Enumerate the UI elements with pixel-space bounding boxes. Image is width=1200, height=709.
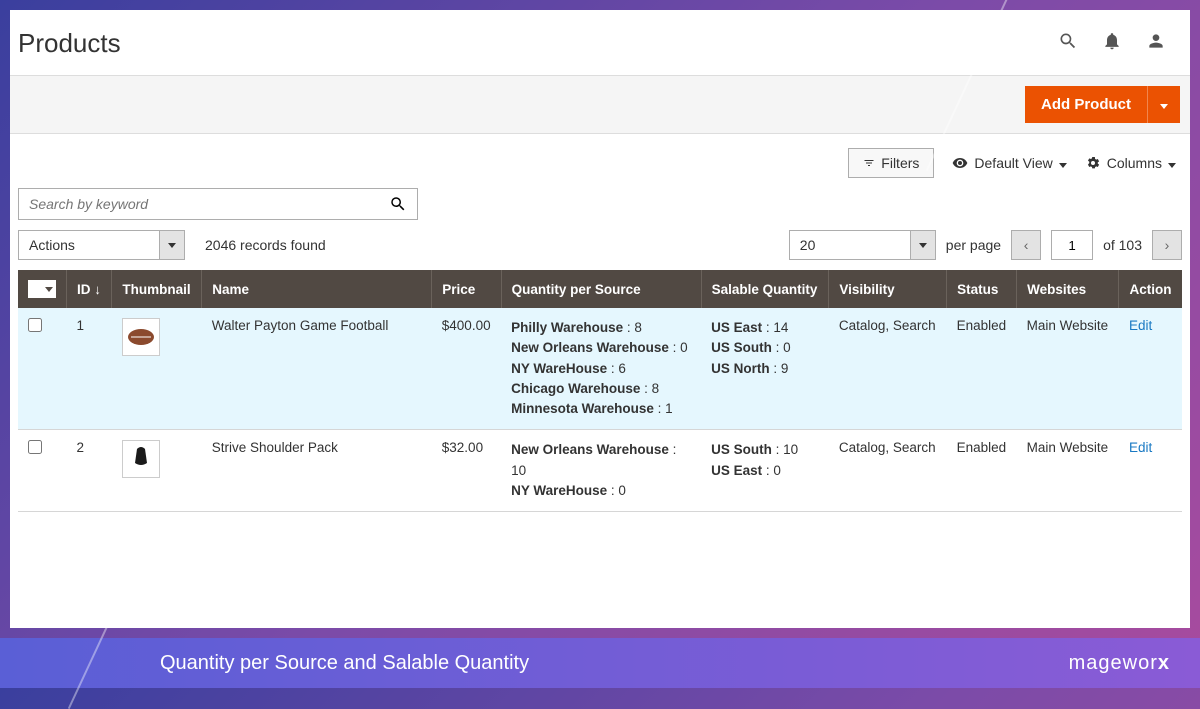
cell-visibility: Catalog, Search <box>829 430 947 512</box>
col-salable[interactable]: Salable Quantity <box>701 270 829 308</box>
thumbnail[interactable] <box>122 440 160 478</box>
col-id[interactable]: ID ↓ <box>67 270 112 308</box>
mageworx-logo: mageworx <box>1069 652 1170 675</box>
default-view-label: Default View <box>974 155 1052 171</box>
chevron-down-icon <box>1168 155 1176 171</box>
caption-text: Quantity per Source and Salable Quantity <box>160 652 529 675</box>
page-size-value: 20 <box>790 231 910 259</box>
actions-select-label: Actions <box>19 231 159 259</box>
eye-icon <box>952 155 968 171</box>
prev-page-button[interactable]: ‹ <box>1011 230 1041 260</box>
edit-link[interactable]: Edit <box>1129 440 1152 455</box>
cell-status: Enabled <box>947 430 1017 512</box>
page-size-select[interactable]: 20 <box>789 230 936 260</box>
cell-id: 1 <box>67 308 112 430</box>
next-page-button[interactable]: › <box>1152 230 1182 260</box>
search-input[interactable] <box>29 196 389 212</box>
page-total-label: of 103 <box>1103 237 1142 253</box>
col-action[interactable]: Action <box>1119 270 1182 308</box>
col-status[interactable]: Status <box>947 270 1017 308</box>
cell-id: 2 <box>67 430 112 512</box>
table-row[interactable]: 1 Walter Payton Game Football$400.00Phill… <box>18 308 1182 430</box>
cell-price: $32.00 <box>432 430 501 512</box>
thumbnail[interactable] <box>122 318 160 356</box>
add-product-label: Add Product <box>1025 86 1147 123</box>
default-view-button[interactable]: Default View <box>952 155 1066 171</box>
col-thumbnail[interactable]: Thumbnail <box>112 270 202 308</box>
add-product-dropdown-icon[interactable] <box>1147 86 1180 123</box>
search-icon[interactable] <box>1058 31 1078 56</box>
gear-icon <box>1085 155 1101 171</box>
col-qps[interactable]: Quantity per Source <box>501 270 701 308</box>
edit-link[interactable]: Edit <box>1129 318 1152 333</box>
cell-name: Walter Payton Game Football <box>202 308 432 430</box>
row-checkbox[interactable] <box>28 440 42 454</box>
cell-qps: New Orleans Warehouse : 10NY WareHouse :… <box>501 430 701 512</box>
per-page-label: per page <box>946 237 1001 253</box>
col-price[interactable]: Price <box>432 270 501 308</box>
search-box[interactable] <box>18 188 418 220</box>
cell-price: $400.00 <box>432 308 501 430</box>
page-title: Products <box>18 28 121 59</box>
col-select[interactable] <box>18 270 67 308</box>
cell-websites: Main Website <box>1017 308 1119 430</box>
page-input[interactable] <box>1051 230 1093 260</box>
funnel-icon <box>863 157 875 169</box>
cell-websites: Main Website <box>1017 430 1119 512</box>
row-checkbox[interactable] <box>28 318 42 332</box>
cell-salable: US South : 10US East : 0 <box>701 430 829 512</box>
cell-name: Strive Shoulder Pack <box>202 430 432 512</box>
table-row[interactable]: 2 Strive Shoulder Pack$32.00New Orleans W… <box>18 430 1182 512</box>
cell-status: Enabled <box>947 308 1017 430</box>
chevron-down-icon[interactable] <box>910 231 935 259</box>
cell-visibility: Catalog, Search <box>829 308 947 430</box>
notifications-icon[interactable] <box>1102 31 1122 56</box>
account-icon[interactable] <box>1146 31 1166 56</box>
filters-label: Filters <box>881 155 919 171</box>
columns-label: Columns <box>1107 155 1162 171</box>
search-icon[interactable] <box>389 195 407 213</box>
select-all-dropdown[interactable] <box>28 280 56 298</box>
chevron-right-icon: › <box>1165 237 1170 253</box>
filters-button[interactable]: Filters <box>848 148 934 178</box>
col-name[interactable]: Name <box>202 270 432 308</box>
chevron-down-icon[interactable] <box>159 231 184 259</box>
cell-salable: US East : 14US South : 0US North : 9 <box>701 308 829 430</box>
add-product-button[interactable]: Add Product <box>1025 86 1180 123</box>
chevron-down-icon <box>1059 155 1067 171</box>
col-websites[interactable]: Websites <box>1017 270 1119 308</box>
chevron-left-icon: ‹ <box>1024 237 1029 253</box>
products-table: ID ↓ Thumbnail Name Price Quantity per S… <box>18 270 1182 512</box>
actions-select[interactable]: Actions <box>18 230 185 260</box>
columns-button[interactable]: Columns <box>1085 155 1176 171</box>
cell-qps: Philly Warehouse : 8New Orleans Warehous… <box>501 308 701 430</box>
col-visibility[interactable]: Visibility <box>829 270 947 308</box>
records-found: 2046 records found <box>205 237 326 253</box>
caption-bar: Quantity per Source and Salable Quantity… <box>0 638 1200 688</box>
